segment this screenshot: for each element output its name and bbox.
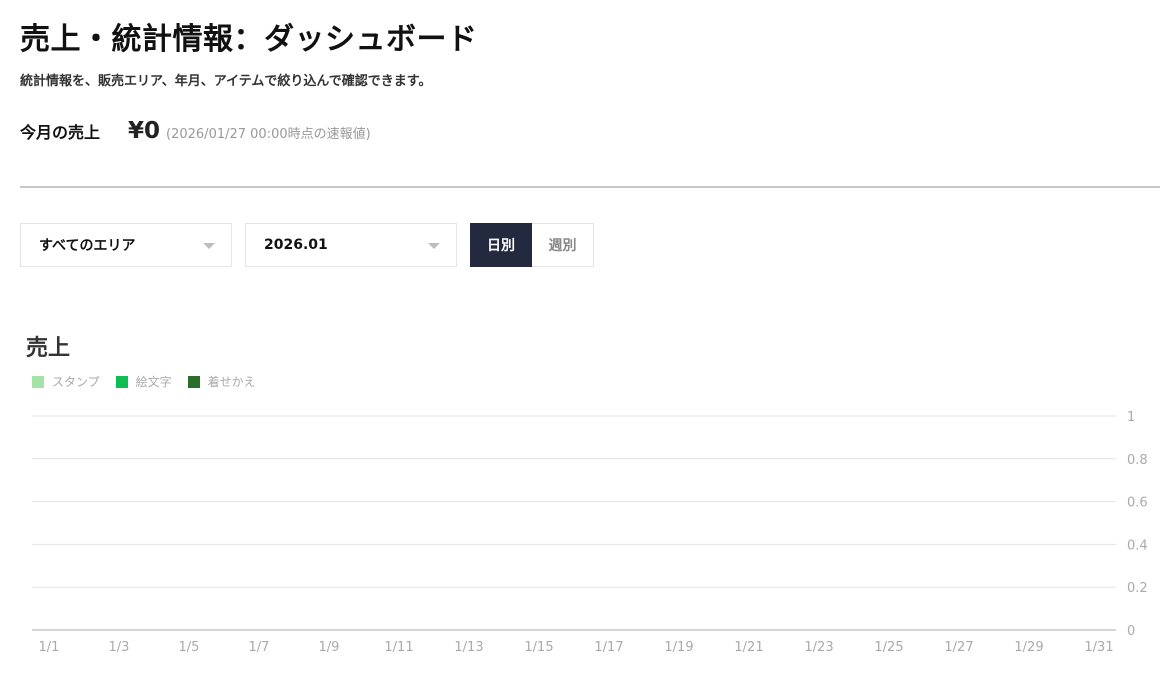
x-tick-label: 1/1 (39, 640, 60, 655)
x-tick-label: 1/19 (664, 640, 693, 655)
sales-chart: 0 0.2 0.4 0.6 0.8 1 1/1 1/3 1/5 1/7 1/9 1/11 1/13 1/1… (32, 410, 1148, 655)
month-select-value: 2026.01 (264, 237, 328, 253)
legend-label-emoji: 絵文字 (135, 375, 172, 389)
y-tick-label: 1 (1127, 410, 1135, 425)
x-tick-label: 1/7 (249, 640, 270, 655)
monthly-sales-summary: 今月の売上 ¥0 (2026/01/27 00:00時点の速報値) (20, 118, 371, 154)
y-tick-label: 0.8 (1127, 453, 1148, 468)
page-title: 売上・統計情報：ダッシュボード (20, 22, 478, 57)
x-tick-label: 1/3 (109, 640, 130, 655)
x-tick-label: 1/11 (384, 640, 413, 655)
area-select[interactable]: すべてのエリア (20, 223, 232, 267)
chevron-down-icon (203, 243, 215, 249)
y-tick-label: 0 (1127, 624, 1135, 639)
x-tick-label: 1/15 (524, 640, 553, 655)
area-select-value: すべてのエリア (39, 238, 136, 254)
legend-item-stamp[interactable]: スタンプ (32, 373, 100, 390)
x-tick-label: 1/13 (454, 640, 483, 655)
monthly-sales-value: ¥0 (128, 118, 161, 144)
legend-swatch-stamp (32, 375, 44, 388)
monthly-sales-note: (2026/01/27 00:00時点の速報値) (166, 127, 371, 142)
weekly-view-button[interactable]: 週別 (532, 223, 594, 267)
x-tick-label: 1/5 (179, 640, 200, 655)
x-tick-label: 1/29 (1014, 640, 1043, 655)
chevron-down-icon (428, 243, 440, 249)
chart-legend: スタンプ 絵文字 着せかえ (32, 373, 272, 390)
view-toggle: 日別 週別 (470, 223, 594, 267)
section-divider (20, 186, 1160, 188)
x-tick-label: 1/25 (874, 640, 903, 655)
legend-item-emoji[interactable]: 絵文字 (115, 373, 172, 390)
daily-view-button[interactable]: 日別 (470, 223, 532, 267)
y-tick-label: 0.6 (1127, 496, 1148, 511)
monthly-sales-label: 今月の売上 (20, 123, 101, 142)
x-tick-label: 1/9 (319, 640, 340, 655)
x-tick-label: 1/27 (944, 640, 973, 655)
month-select[interactable]: 2026.01 (245, 223, 457, 267)
y-tick-label: 0.2 (1127, 581, 1148, 596)
legend-label-stamp: スタンプ (52, 375, 100, 389)
y-tick-label: 0.4 (1127, 538, 1148, 553)
x-tick-label: 1/31 (1084, 640, 1113, 655)
legend-label-theme: 着せかえ (207, 375, 256, 389)
chart-title: 売上 (26, 336, 71, 361)
legend-item-theme[interactable]: 着せかえ (187, 373, 256, 390)
legend-swatch-emoji (115, 375, 128, 388)
x-tick-label: 1/17 (594, 640, 623, 655)
dashboard-page: 売上・統計情報：ダッシュボード 統計情報を、販売エリア、年月、アイテムで絞り込ん… (0, 0, 1165, 676)
x-tick-label: 1/21 (734, 640, 763, 655)
x-tick-label: 1/23 (804, 640, 833, 655)
legend-swatch-theme (187, 375, 200, 388)
page-subtitle: 統計情報を、販売エリア、年月、アイテムで絞り込んで確認できます。 (20, 74, 432, 89)
